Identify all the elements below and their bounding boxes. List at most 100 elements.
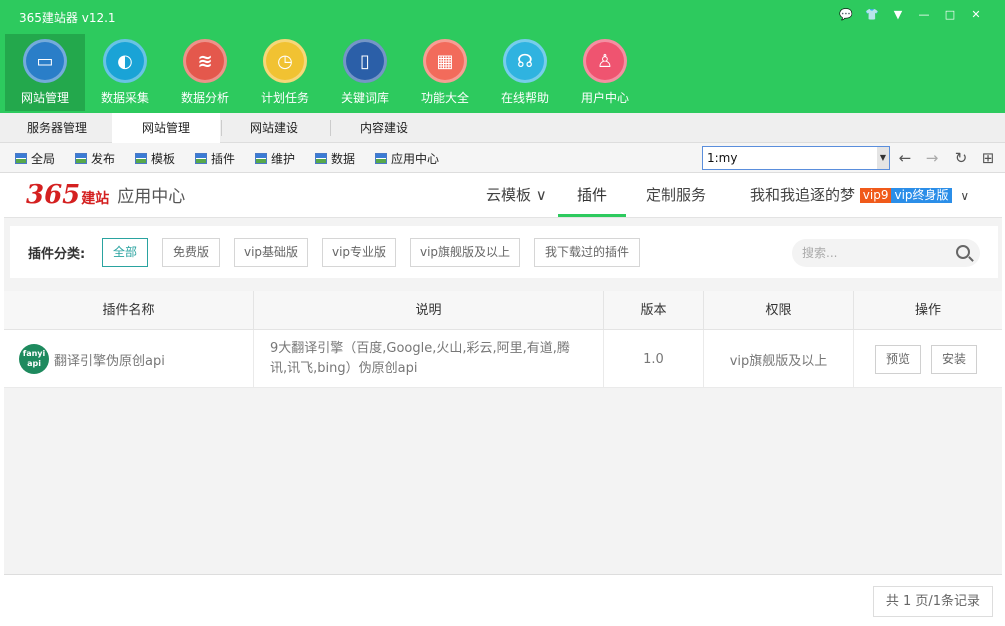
dropdown-arrow-icon[interactable]: ▼ bbox=[877, 147, 889, 169]
logo-number: 365 bbox=[26, 180, 81, 210]
column-header-actions: 操作 bbox=[914, 303, 941, 318]
plugin-logo-line: api bbox=[27, 359, 41, 368]
plugin-description: 9大翻译引擎（百度,Google,火山,彩云,阿里,有道,腾讯,讯飞,bing）… bbox=[270, 341, 570, 376]
grid-icon: ▦ bbox=[423, 39, 467, 83]
tool-label: 模板 bbox=[151, 152, 176, 166]
tool-label: 应用中心 bbox=[391, 152, 440, 166]
main-nav: ▭ 网站管理 ◐ 数据采集 ≋ 数据分析 ◷ 计划任务 ▯ 关键词库 ▦ 功能大… bbox=[5, 34, 645, 111]
tool-template[interactable]: 模板 bbox=[135, 150, 175, 167]
filter-free-button[interactable]: 免费版 bbox=[162, 238, 220, 267]
app-icon bbox=[315, 153, 327, 164]
search-icon[interactable] bbox=[956, 245, 970, 259]
user-icon: ♙ bbox=[583, 39, 627, 83]
chat-icon[interactable]: 💬 bbox=[833, 5, 859, 25]
tab-bar: 服务器管理 网站管理 网站建设 内容建设 bbox=[0, 113, 1005, 143]
app-center-page: 365 建站 应用中心 云模板 ∨ 插件 定制服务 我和我追逐的梦 vip9 vi… bbox=[4, 173, 1002, 626]
tool-maintenance[interactable]: 维护 bbox=[255, 150, 295, 167]
nav-label: 数据分析 bbox=[180, 91, 229, 105]
book-icon: ▯ bbox=[343, 39, 387, 83]
nav-site-management[interactable]: ▭ 网站管理 bbox=[5, 34, 85, 111]
plugin-description-cell: 9大翻译引擎（百度,Google,火山,彩云,阿里,有道,腾讯,讯飞,bing）… bbox=[254, 330, 604, 388]
plugin-logo: fanyi api bbox=[19, 344, 49, 374]
address-input[interactable] bbox=[703, 147, 873, 169]
minimize-icon[interactable]: — bbox=[911, 5, 937, 25]
filter-vip-flagship-button[interactable]: vip旗舰版及以上 bbox=[410, 238, 520, 267]
preview-button[interactable]: 预览 bbox=[875, 344, 922, 374]
plugin-version-cell: 1.0 bbox=[604, 330, 704, 388]
app-icon bbox=[255, 153, 267, 164]
filter-vip-basic-button[interactable]: vip基础版 bbox=[234, 238, 308, 267]
logo-text: 建站 bbox=[81, 191, 110, 207]
back-icon[interactable]: ← bbox=[895, 148, 915, 168]
column-header-name: 插件名称 bbox=[4, 291, 254, 330]
nav-label: 在线帮助 bbox=[500, 91, 549, 105]
database-icon: ≋ bbox=[183, 39, 227, 83]
nav-data-analysis[interactable]: ≋ 数据分析 bbox=[165, 34, 245, 111]
nav-data-collection[interactable]: ◐ 数据采集 bbox=[85, 34, 165, 111]
nav-plugins[interactable]: 插件 bbox=[558, 173, 626, 217]
refresh-icon[interactable]: ↻ bbox=[951, 148, 971, 168]
filter-label: 插件分类: bbox=[28, 247, 86, 262]
nav-online-help[interactable]: ☊ 在线帮助 bbox=[485, 34, 565, 111]
logo[interactable]: 365 建站 应用中心 bbox=[26, 180, 185, 210]
tool-global[interactable]: 全局 bbox=[15, 150, 55, 167]
clock-icon: ◷ bbox=[263, 39, 307, 83]
plugin-filter: 插件分类: 全部 免费版 vip基础版 vip专业版 vip旗舰版及以上 我下载… bbox=[10, 226, 998, 278]
filter-all-button[interactable]: 全部 bbox=[102, 238, 148, 267]
tab-server-management[interactable]: 服务器管理 bbox=[6, 113, 108, 143]
nav-label: 功能大全 bbox=[420, 91, 469, 105]
page-title: 应用中心 bbox=[117, 187, 186, 207]
tool-plugin[interactable]: 插件 bbox=[195, 150, 235, 167]
nav-keyword-library[interactable]: ▯ 关键词库 bbox=[325, 34, 405, 111]
nav-label: 关键词库 bbox=[340, 91, 389, 105]
close-icon[interactable]: ✕ bbox=[963, 5, 989, 25]
app-icon bbox=[75, 153, 87, 164]
filter-vip-pro-button[interactable]: vip专业版 bbox=[322, 238, 396, 267]
username: 我和我追逐的梦 bbox=[750, 186, 856, 204]
tool-label: 数据 bbox=[331, 152, 356, 166]
chevron-down-icon: ∨ bbox=[960, 189, 970, 203]
nav-custom-service[interactable]: 定制服务 bbox=[646, 173, 706, 217]
tool-app-center[interactable]: 应用中心 bbox=[375, 150, 439, 167]
plugin-permission: vip旗舰版及以上 bbox=[729, 353, 828, 369]
tab-content-building[interactable]: 内容建设 bbox=[332, 113, 436, 143]
nav-scheduled-tasks[interactable]: ◷ 计划任务 bbox=[245, 34, 325, 111]
install-button[interactable]: 安装 bbox=[931, 344, 978, 374]
nav-label: 网站管理 bbox=[20, 91, 69, 105]
search-box bbox=[792, 239, 980, 267]
grid-view-icon[interactable]: ⊞ bbox=[978, 148, 998, 168]
search-input[interactable] bbox=[792, 239, 942, 267]
tab-site-building[interactable]: 网站建设 bbox=[222, 113, 326, 143]
tool-publish[interactable]: 发布 bbox=[75, 150, 115, 167]
plugin-name-cell: fanyi api 翻译引擎伪原创api bbox=[4, 330, 254, 388]
plugin-version: 1.0 bbox=[643, 351, 664, 367]
address-bar: ▼ bbox=[702, 146, 890, 170]
pagination-info: 共 1 页/1条记录 bbox=[872, 586, 993, 617]
forward-icon[interactable]: → bbox=[922, 148, 942, 168]
tab-divider bbox=[330, 120, 331, 136]
pagination-bar: 共 1 页/1条记录 bbox=[4, 574, 1002, 626]
app-icon bbox=[135, 153, 147, 164]
app-center-header: 365 建站 应用中心 云模板 ∨ 插件 定制服务 我和我追逐的梦 vip9 vi… bbox=[4, 173, 1002, 218]
plugin-permission-cell: vip旗舰版及以上 bbox=[704, 330, 854, 388]
menu-dropdown-icon[interactable]: ▼ bbox=[885, 5, 911, 25]
maximize-icon[interactable]: □ bbox=[937, 5, 963, 25]
skin-icon[interactable]: 👕 bbox=[859, 5, 885, 25]
table-header: 插件名称 说明 版本 权限 操作 bbox=[4, 291, 1002, 330]
nav-cloud-templates[interactable]: 云模板 ∨ bbox=[486, 173, 547, 217]
filter-downloaded-button[interactable]: 我下载过的插件 bbox=[534, 238, 640, 267]
nav-user-center[interactable]: ♙ 用户中心 bbox=[565, 34, 645, 111]
tab-site-management[interactable]: 网站管理 bbox=[112, 113, 220, 143]
app-icon bbox=[15, 153, 27, 164]
tool-label: 维护 bbox=[271, 152, 296, 166]
nav-all-features[interactable]: ▦ 功能大全 bbox=[405, 34, 485, 111]
vip-type-badge: vip终身版 bbox=[891, 188, 952, 203]
tool-label: 全局 bbox=[31, 152, 56, 166]
headset-icon: ☊ bbox=[503, 39, 547, 83]
plugin-actions-cell: 预览 安装 bbox=[854, 330, 1002, 388]
nav-label: 用户中心 bbox=[580, 91, 629, 105]
title-bar: 365建站器 v12.1 💬 👕 ▼ — □ ✕ ▭ 网站管理 ◐ 数据采集 ≋… bbox=[0, 0, 1005, 113]
user-menu[interactable]: 我和我追逐的梦 vip9 vip终身版 ∨ bbox=[750, 173, 969, 217]
window-controls: 💬 👕 ▼ — □ ✕ bbox=[833, 5, 989, 25]
tool-data[interactable]: 数据 bbox=[315, 150, 355, 167]
